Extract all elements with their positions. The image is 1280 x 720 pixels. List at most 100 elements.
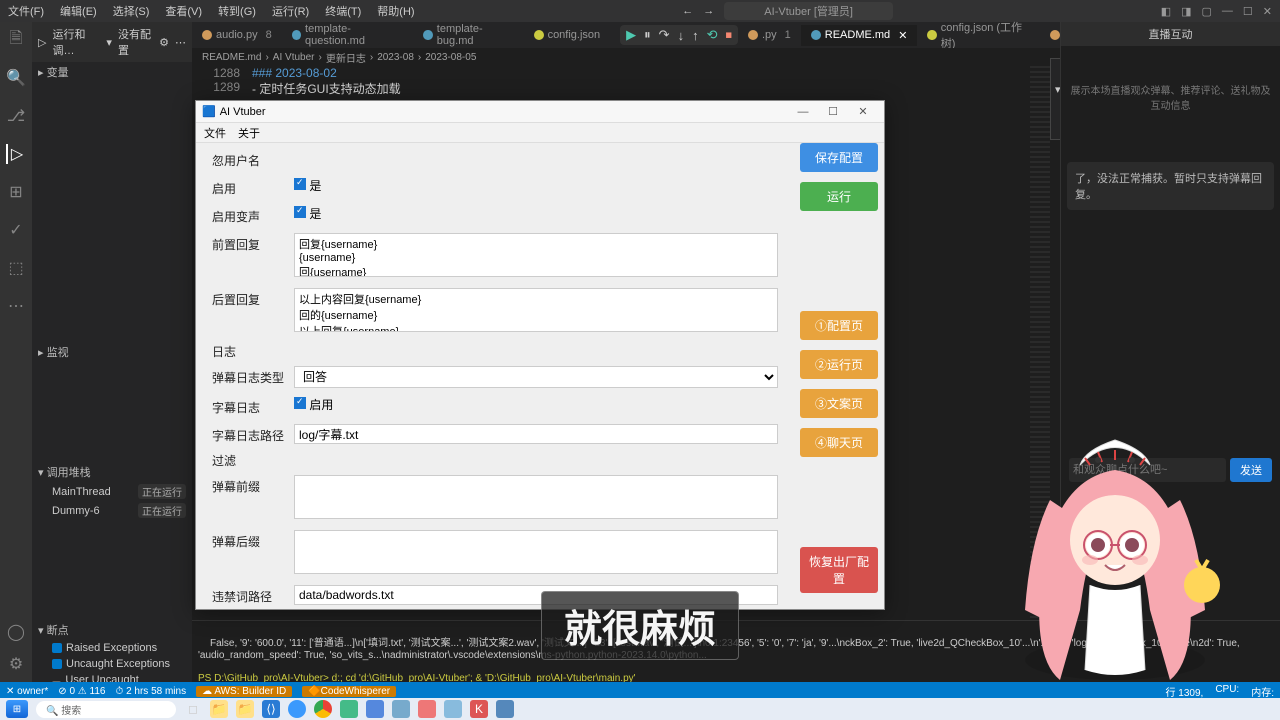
pause-icon[interactable]: ⏸ xyxy=(644,27,651,43)
run-button[interactable]: 运行 xyxy=(800,182,878,211)
nav-fwd-icon[interactable]: → xyxy=(703,5,714,17)
thread-row[interactable]: Dummy-6正在运行 xyxy=(32,501,192,520)
status-branch[interactable]: ✕ owner* xyxy=(6,686,48,697)
test-icon[interactable]: ✓ xyxy=(6,220,26,240)
breakpoint-row[interactable]: Uncaught Exceptions xyxy=(32,656,192,672)
close-icon[interactable]: ✕ xyxy=(848,105,878,118)
status-cpu[interactable]: CPU: xyxy=(1215,684,1239,699)
app-icon[interactable] xyxy=(340,700,358,718)
step-out-icon[interactable]: ↑ xyxy=(692,28,699,43)
status-time[interactable]: ⏱ 2 hrs 58 mins xyxy=(115,686,186,697)
menu-help[interactable]: 帮助(H) xyxy=(377,3,414,19)
nav-back-icon[interactable]: ← xyxy=(682,5,693,17)
checkbox-voice[interactable] xyxy=(294,206,306,218)
close-icon[interactable]: ✕ xyxy=(898,29,907,42)
taskbar-search[interactable]: 🔍 搜索 xyxy=(36,701,176,718)
page-script-button[interactable]: ③文案页 xyxy=(800,389,878,418)
app-icon[interactable] xyxy=(418,700,436,718)
layout-icon[interactable]: ◧ xyxy=(1161,5,1171,18)
tab-py[interactable]: .py1 xyxy=(738,25,801,45)
extensions-icon[interactable]: ⊞ xyxy=(6,182,26,202)
tab-audio[interactable]: audio.py8 xyxy=(192,25,282,45)
menu-file[interactable]: 文件(F) xyxy=(8,3,44,19)
start-button[interactable]: ⊞ xyxy=(6,700,28,718)
variables-section[interactable]: ▸ 变量 xyxy=(32,62,192,82)
textarea-pre-reply[interactable]: 回复{username} {username} 回{username} xyxy=(294,233,778,277)
more-icon[interactable]: ⋯ xyxy=(175,36,186,49)
command-center[interactable]: AI-Vtuber [管理员] xyxy=(724,2,893,20)
chrome-icon[interactable] xyxy=(314,700,332,718)
tab-template-b[interactable]: template-bug.md xyxy=(413,19,523,51)
checkbox-sublog[interactable] xyxy=(294,397,306,409)
account-icon[interactable]: ◯ xyxy=(6,622,26,642)
step-into-icon[interactable]: ↓ xyxy=(678,28,685,43)
more-icon[interactable]: ⋯ xyxy=(6,296,26,316)
gear-icon[interactable]: ⚙ xyxy=(159,36,169,49)
status-aws[interactable]: ☁ AWS: Builder ID xyxy=(196,686,292,697)
folder-icon[interactable]: 📁 xyxy=(236,700,254,718)
dialog-titlebar[interactable]: 🟦 AI Vtuber — ☐ ✕ xyxy=(196,101,884,123)
run-icon[interactable]: ▷ xyxy=(38,36,46,49)
status-problems[interactable]: ⊘ 0 ⚠ 116 xyxy=(58,686,105,697)
callstack-section[interactable]: ▾ 调用堆栈 xyxy=(32,462,192,482)
breakpoints-section[interactable]: ▾ 断点 xyxy=(32,620,192,640)
breakpoint-row[interactable]: Raised Exceptions xyxy=(32,640,192,656)
continue-icon[interactable]: ▶ xyxy=(626,27,636,43)
menu-go[interactable]: 转到(G) xyxy=(218,3,256,19)
explorer-icon[interactable]: 🗎 xyxy=(6,30,26,50)
input-sub-path[interactable] xyxy=(294,424,778,444)
vscode-icon[interactable]: ⟨⟩ xyxy=(262,700,280,718)
app-icon[interactable] xyxy=(444,700,462,718)
gear-icon[interactable]: ⚙ xyxy=(6,654,26,674)
thread-row[interactable]: MainThread正在运行 xyxy=(32,482,192,501)
menu-select[interactable]: 选择(S) xyxy=(113,3,150,19)
taskview-icon[interactable]: ◻ xyxy=(184,700,202,718)
config-dropdown[interactable]: ▾ xyxy=(106,36,112,49)
checkbox-enable[interactable] xyxy=(294,178,306,190)
checkbox-icon[interactable] xyxy=(52,643,62,653)
scm-icon[interactable]: ⎇ xyxy=(6,106,26,126)
menu-run[interactable]: 运行(R) xyxy=(272,3,309,19)
step-over-icon[interactable]: ↷ xyxy=(659,27,670,43)
app-icon[interactable] xyxy=(392,700,410,718)
textarea-post-reply[interactable]: 以上内容回复{username} 回的{username} 以上回复{usern… xyxy=(294,288,778,332)
dialog-content[interactable]: 忽用户名 启用 是 启用变声 是 前置回复回复{username} {usern… xyxy=(196,143,794,609)
menu-terminal[interactable]: 终端(T) xyxy=(325,3,361,19)
layout-icon-3[interactable]: ▢ xyxy=(1202,5,1212,18)
save-config-button[interactable]: 保存配置 xyxy=(800,143,878,172)
status-codewhisperer[interactable]: 🔶CodeWhisperer xyxy=(302,686,396,697)
edge-icon[interactable] xyxy=(288,700,306,718)
app-icon[interactable]: K xyxy=(470,700,488,718)
app-icon[interactable] xyxy=(496,700,514,718)
menu-edit[interactable]: 编辑(E) xyxy=(60,3,97,19)
search-icon[interactable]: 🔍 xyxy=(6,68,26,88)
checkbox-icon[interactable] xyxy=(52,659,62,669)
maximize-icon[interactable]: ☐ xyxy=(818,105,848,118)
close-icon[interactable]: ✕ xyxy=(1263,5,1272,18)
textarea-pre-sub[interactable] xyxy=(294,475,778,519)
page-run-button[interactable]: ②运行页 xyxy=(800,350,878,379)
reset-button[interactable]: 恢复出厂配置 xyxy=(800,547,878,593)
watch-section[interactable]: ▸ 监视 xyxy=(32,342,192,362)
app-icon[interactable] xyxy=(366,700,384,718)
status-mem[interactable]: 内存: xyxy=(1251,684,1274,699)
debug-icon[interactable]: ▷ xyxy=(6,144,26,164)
tab-config[interactable]: config.json xyxy=(524,25,611,45)
maximize-icon[interactable]: ☐ xyxy=(1243,5,1253,18)
tab-readme[interactable]: README.md✕ xyxy=(801,25,918,46)
menu-view[interactable]: 查看(V) xyxy=(165,3,202,19)
tab-template-q[interactable]: template-question.md xyxy=(282,19,414,51)
remote-icon[interactable]: ⬚ xyxy=(6,258,26,278)
layout-icon-2[interactable]: ◨ xyxy=(1181,5,1191,18)
breadcrumb[interactable]: README.md › AI Vtuber › 更新日志 › 2023-08 ›… xyxy=(192,48,1050,66)
select-danmu-type[interactable]: 回答 xyxy=(294,366,778,388)
page-config-button[interactable]: ①配置页 xyxy=(800,311,878,340)
menu-file[interactable]: 文件 xyxy=(204,125,226,140)
minimize-icon[interactable]: — xyxy=(788,106,818,118)
textarea-post-sub[interactable] xyxy=(294,530,778,574)
restart-icon[interactable]: ⟲ xyxy=(707,27,718,43)
stop-icon[interactable]: ⏹ xyxy=(725,27,732,43)
menu-about[interactable]: 关于 xyxy=(238,125,260,140)
explorer-icon[interactable]: 📁 xyxy=(210,700,228,718)
minimize-icon[interactable]: — xyxy=(1222,5,1233,18)
